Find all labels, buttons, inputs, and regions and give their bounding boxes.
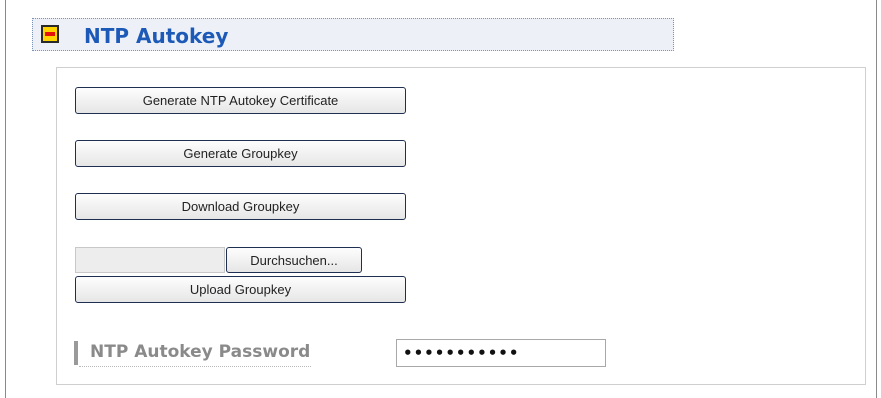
password-label-row: NTP Autokey Password xyxy=(74,339,314,367)
minus-bar xyxy=(45,32,55,36)
password-label: NTP Autokey Password xyxy=(90,342,311,362)
collapse-minus-icon[interactable] xyxy=(41,25,59,43)
generate-certificate-button[interactable]: Generate NTP Autokey Certificate xyxy=(75,87,406,114)
left-frame-border xyxy=(5,0,6,398)
password-input[interactable]: ••••••••••• xyxy=(396,339,606,367)
generate-groupkey-button[interactable]: Generate Groupkey xyxy=(75,140,406,167)
section-header: NTP Autokey xyxy=(32,18,674,51)
upload-groupkey-button[interactable]: Upload Groupkey xyxy=(75,276,406,303)
right-frame-border xyxy=(876,0,877,398)
label-marker xyxy=(74,341,78,365)
download-groupkey-button[interactable]: Download Groupkey xyxy=(75,193,406,220)
label-underline xyxy=(79,366,311,367)
ntp-autokey-panel: Generate NTP Autokey Certificate Generat… xyxy=(56,67,866,385)
file-path-input[interactable] xyxy=(75,247,225,273)
browse-button[interactable]: Durchsuchen... xyxy=(226,247,362,273)
section-title: NTP Autokey xyxy=(84,24,229,48)
